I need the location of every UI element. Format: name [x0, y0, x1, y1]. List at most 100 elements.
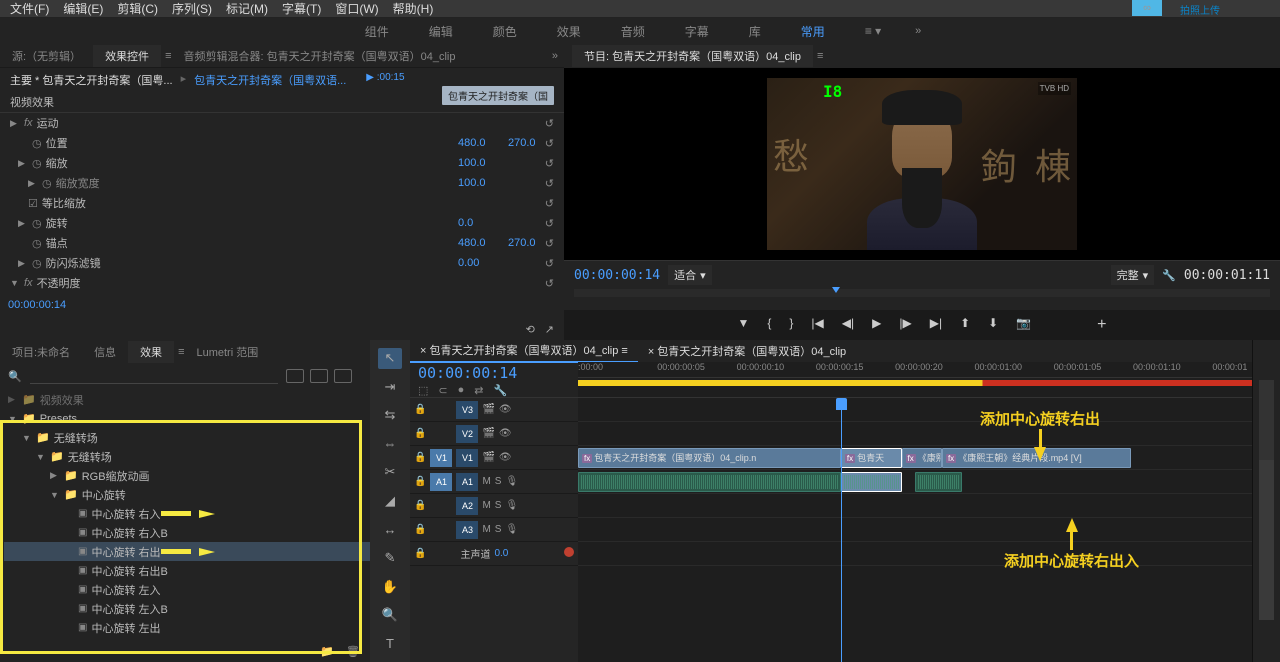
audio-track-lane[interactable]	[578, 470, 1252, 494]
delete-icon[interactable]: 🗑	[346, 645, 360, 658]
audio-clip[interactable]	[915, 472, 962, 492]
resolution-dropdown[interactable]: 完整 ▾	[1111, 265, 1155, 285]
wrench-icon[interactable]: 🔧	[494, 384, 508, 397]
menu-item[interactable]: 帮助(H)	[393, 0, 434, 17]
timeline-ruler[interactable]: :00:0000:00:00:0500:00:00:1000:00:00:150…	[578, 362, 1252, 397]
go-to-in-icon[interactable]: |◀	[811, 316, 823, 334]
rolling-edit-tool[interactable]: ⇔	[378, 434, 402, 455]
type-tool[interactable]: T	[378, 633, 402, 654]
effect-property-row[interactable]: ▶◷旋转0.0↺	[4, 213, 564, 233]
tree-item[interactable]: ▣中心旋转 左入	[4, 580, 370, 599]
project-tab[interactable]: 信息	[82, 341, 128, 363]
zoom-fit-dropdown[interactable]: 适合 ▾	[668, 265, 712, 285]
step-back-icon[interactable]: ◀|	[842, 316, 854, 334]
export-icon[interactable]: ↗	[545, 323, 554, 336]
audio-track-header[interactable]: 🔒A1A1MS🎙	[410, 470, 578, 494]
loop-icon[interactable]: ⟲	[526, 323, 535, 336]
audio-clip[interactable]	[841, 472, 902, 492]
sequence-tab[interactable]: × 包青天之开封奇案（国粤双语）04_clip ≡	[410, 340, 638, 363]
video-clip[interactable]: fx包青天	[841, 448, 902, 468]
workspace-dropdown-icon[interactable]: ≡ ▾	[859, 20, 887, 42]
rate-stretch-tool[interactable]: ✂	[378, 462, 402, 483]
source-tab[interactable]: 效果控件	[93, 45, 161, 67]
filter-icon-1[interactable]	[286, 369, 304, 383]
tree-item[interactable]: ▣中心旋转 左出	[4, 618, 370, 637]
add-marker-icon[interactable]: ▼	[737, 316, 749, 334]
audio-clip[interactable]	[578, 472, 841, 492]
panel-menu-icon[interactable]: ≡	[817, 50, 823, 62]
workspace-tab[interactable]: 字幕	[679, 19, 715, 44]
video-track-header[interactable]: 🔒V3🎬👁	[410, 398, 578, 422]
workspace-tab[interactable]: 音频	[615, 19, 651, 44]
menu-item[interactable]: 剪辑(C)	[117, 0, 158, 17]
filter-icon-3[interactable]	[334, 369, 352, 383]
menu-item[interactable]: 编辑(E)	[63, 0, 103, 17]
go-to-out-icon[interactable]: ▶|	[930, 316, 942, 334]
tree-item[interactable]: ▼📁无缝转场	[4, 447, 370, 466]
project-tab[interactable]: Lumetri 范围	[184, 341, 270, 363]
audio-track-header[interactable]: 🔒A2MS🎙	[410, 494, 578, 518]
workspace-tab[interactable]: 库	[743, 19, 767, 44]
tree-item[interactable]: ▣中心旋转 右入	[4, 504, 370, 523]
source-tab[interactable]: 源:（无剪辑）	[0, 45, 93, 67]
video-clip[interactable]: fx包青天之开封奇案（国粤双语）04_clip.n	[578, 448, 841, 468]
project-tab[interactable]: 项目:未命名	[0, 341, 82, 363]
tree-item[interactable]: ▣中心旋转 右入B	[4, 523, 370, 542]
effect-property-row[interactable]: ☑等比缩放↺	[4, 193, 564, 213]
effect-property-row[interactable]: ▶◷防闪烁滤镜0.00↺	[4, 253, 564, 273]
effect-property-row[interactable]: ▼fx不透明度↺	[4, 273, 564, 293]
new-bin-icon[interactable]: 📁	[320, 645, 334, 658]
hand-tool[interactable]: ✋	[378, 576, 402, 597]
video-track-header[interactable]: 🔒V2🎬👁	[410, 422, 578, 446]
linked-selection-icon[interactable]: ⊂	[438, 384, 447, 397]
tree-item[interactable]: ▼📁中心旋转	[4, 485, 370, 504]
menu-item[interactable]: 字幕(T)	[282, 0, 321, 17]
menu-item[interactable]: 标记(M)	[226, 0, 268, 17]
snap-icon[interactable]: ⬚	[418, 384, 428, 397]
filter-icon-2[interactable]	[310, 369, 328, 383]
search-icon[interactable]: 🔍	[8, 370, 22, 383]
panel-overflow-icon[interactable]: »	[546, 50, 564, 62]
ec-sequence-link[interactable]: 包青天之开封奇案（国粤双语...	[194, 72, 346, 88]
program-preview[interactable]: I8 TVB HD 愁 鉤 棟	[564, 68, 1280, 260]
extract-icon[interactable]: ⬇	[988, 316, 998, 334]
button-editor-icon[interactable]: +	[1097, 316, 1106, 334]
video-clip[interactable]: fx《康熙王朝》经典片段.mp4 [V]	[942, 448, 1131, 468]
lift-icon[interactable]: ⬆	[960, 316, 970, 334]
effect-property-row[interactable]: ◷位置480.0270.0↺	[4, 133, 564, 153]
effect-property-row[interactable]: ▶fx运动↺	[4, 113, 564, 133]
workspace-tab[interactable]: 编辑	[423, 19, 459, 44]
menu-item[interactable]: 序列(S)	[172, 0, 212, 17]
tree-item[interactable]: ▣中心旋转 右出B	[4, 561, 370, 580]
mark-in-icon[interactable]: {	[767, 316, 771, 334]
program-scrubber[interactable]	[574, 289, 1270, 297]
tree-item[interactable]: ▶📁RGB缩放动画	[4, 466, 370, 485]
audio-track-lane[interactable]	[578, 494, 1252, 518]
tree-item[interactable]: ▼📁Presets	[4, 409, 370, 428]
program-tab[interactable]: 节目: 包青天之开封奇案（国粤双语）04_clip	[572, 45, 813, 67]
video-track-lane[interactable]: fx包青天之开封奇案（国粤双语）04_clip.nfx包青天fx《康熙fx《康熙…	[578, 446, 1252, 470]
search-input[interactable]	[30, 368, 278, 384]
play-icon[interactable]: ▶	[872, 316, 881, 334]
workspace-tab[interactable]: 常用	[795, 19, 831, 44]
sync-icon[interactable]: ∞	[1132, 0, 1162, 16]
razor-tool[interactable]: ◢	[378, 491, 402, 512]
project-tab[interactable]: 效果	[128, 341, 174, 363]
export-frame-icon[interactable]: 📷	[1016, 316, 1031, 334]
playhead[interactable]	[841, 398, 842, 662]
effect-property-row[interactable]: ▶◷缩放100.0↺	[4, 153, 564, 173]
video-track-lane[interactable]	[578, 422, 1252, 446]
source-tab[interactable]: 音频剪辑混合器: 包青天之开封奇案（国粤双语）04_clip	[171, 45, 467, 67]
ripple-edit-tool[interactable]: ⇆	[378, 405, 402, 426]
step-forward-icon[interactable]: |▶	[899, 316, 911, 334]
workspace-tab[interactable]: 组件	[359, 19, 395, 44]
audio-track-header[interactable]: 🔒A3MS🎙	[410, 518, 578, 542]
tree-item[interactable]: ▣中心旋转 左入B	[4, 599, 370, 618]
settings-icon[interactable]: 🔧	[1162, 269, 1176, 282]
workspace-tab[interactable]: 颜色	[487, 19, 523, 44]
menu-item[interactable]: 窗口(W)	[335, 0, 378, 17]
timeline-timecode[interactable]: 00:00:00:14	[418, 364, 570, 382]
tree-item[interactable]: ▶📁视频效果	[4, 390, 370, 409]
workspace-overflow-icon[interactable]: »	[915, 25, 921, 37]
work-area-bar[interactable]	[578, 380, 1252, 386]
